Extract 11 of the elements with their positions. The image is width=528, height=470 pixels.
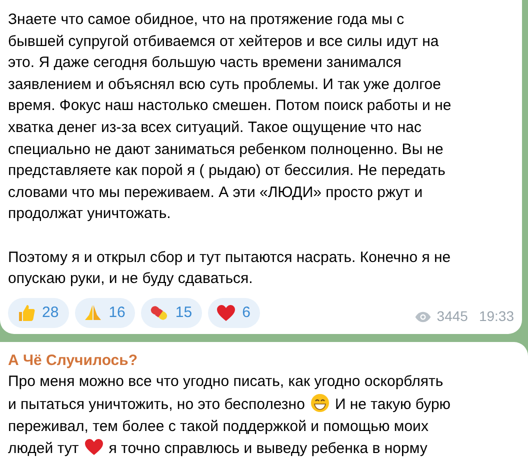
message-text: Знаете что самое обидное, что на протяжение года мы с бывшей супругой отбиваемся от хейтеров и все силы идут на это. Я даже сегодня большую часть времени занимался заявлением и объяснял всю суть проблемы. И так уже долгое время. Фокус наш настолько смешен. Потом поиск работы и не хватка денег из-за всех ситуаций. Такое ощущение что нас специально не дают заниматься ребенком полноценно. Вы не представляете как порой я ( рыдаю) от бессилия. Не передать словами что мы переживаем. А эти «ЛЮДИ» просто ржут и продолжат уничтожать. (8, 10, 452, 224)
eye-icon (414, 310, 432, 323)
message-text: Поэтому я и открыл сбор и тут пытаются насрать. Конечно я не опускаю руки, и не буду сдаваться. (8, 248, 452, 290)
view-count: 3445 (436, 307, 468, 326)
message-text: Про меня можно все что угодно писать, как угодно оскорблять и пытаться уничтожить, но это бесполезно И не такую бурю переживал, тем более с такой поддержкой и помощью моих людей тут я точно справлюсь и выведу ребенка в норму (8, 372, 452, 460)
reaction-button[interactable]: 6 (208, 298, 260, 328)
message-time: 19:33 (478, 307, 514, 326)
reaction-button[interactable]: 16 (74, 298, 136, 328)
reaction-button[interactable]: 15 (141, 298, 202, 328)
sender-name[interactable]: А Чё Случилось? (8, 350, 520, 372)
reaction-button[interactable]: 28 (8, 298, 69, 328)
